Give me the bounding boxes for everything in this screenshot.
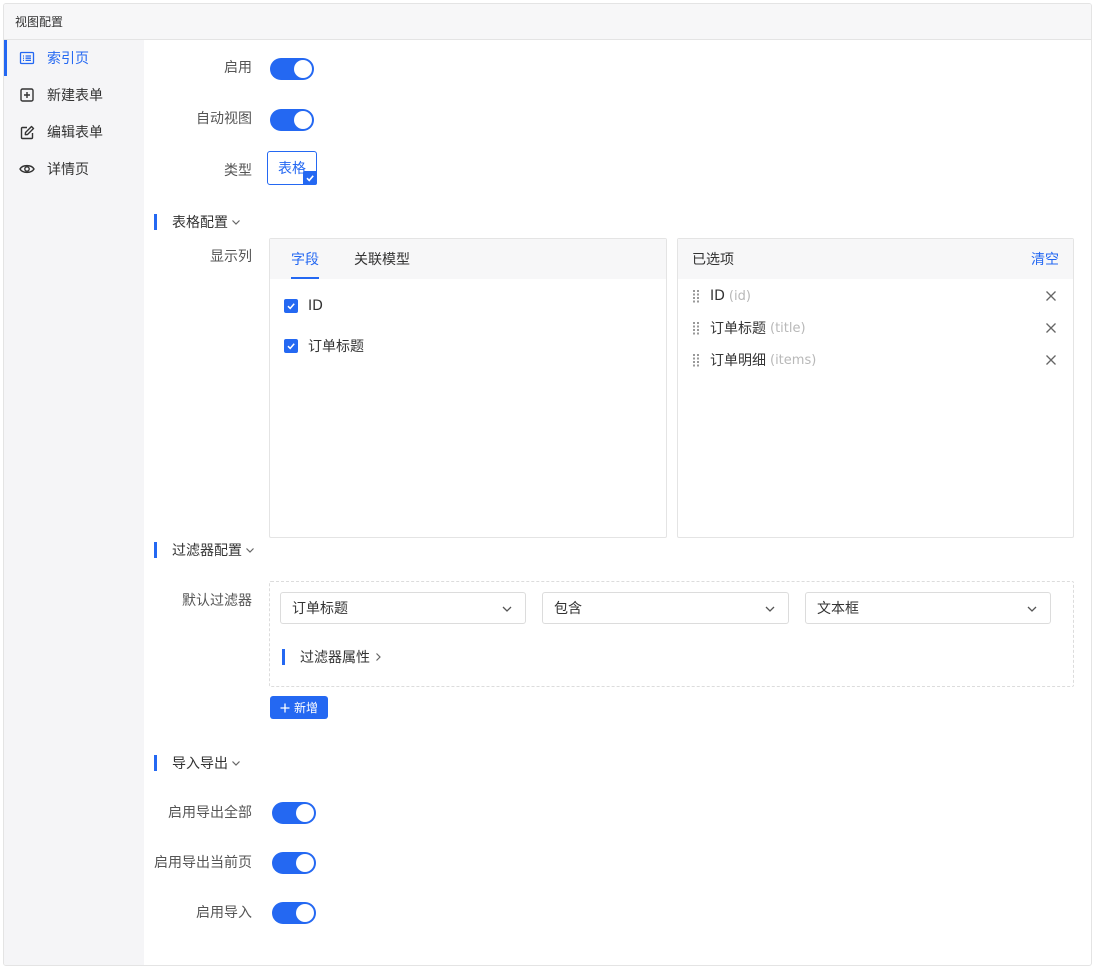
selected-item: ID (id) [692,285,1061,307]
section-title-text: 表格配置 [172,215,228,231]
add-filter-label: 新增 [293,701,318,715]
section-title-text: 过滤器属性 [300,650,370,666]
field-picker: 字段 关联模型 ID 订单标题 [269,238,667,538]
section-bar [154,214,157,230]
section-title-text: 导入导出 [172,756,228,772]
chevron-down-icon [230,757,242,769]
select-value: 文本框 [817,601,859,617]
chevron-down-icon [501,603,513,615]
filter-operator-select[interactable]: 包含 [542,592,789,624]
close-icon[interactable] [1045,290,1057,302]
edit-icon [19,124,35,140]
selected-item-key: (title) [770,320,806,336]
type-label: 类型 [224,163,252,179]
sidebar-item-label: 索引页 [47,51,89,67]
field-option-id[interactable]: ID [284,298,323,314]
filter-field-select[interactable]: 订单标题 [280,592,526,624]
sidebar-item-label: 编辑表单 [47,125,103,141]
selected-item-key: (items) [770,352,817,368]
chevron-down-icon [244,544,256,556]
section-bar [154,542,157,558]
switch-knob [296,904,314,922]
selected-item-name: 订单明细 [710,353,766,369]
selected-item: 订单明细 (items) [692,349,1061,371]
checkbox-checked[interactable] [284,299,298,313]
list-icon [19,50,35,66]
enable-switch[interactable] [270,58,314,80]
close-icon[interactable] [1045,354,1057,366]
default-filter-label: 默认过滤器 [182,593,252,609]
type-option-label: 表格 [278,161,306,177]
add-filter-button[interactable]: 新增 [270,696,328,719]
tab-label: 关联模型 [354,252,410,268]
switch-knob [296,854,314,872]
columns-label: 显示列 [210,249,252,265]
tab-label: 字段 [291,252,319,268]
switch-knob [296,804,314,822]
selected-item-name: ID [710,288,725,304]
selected-item-name: 订单标题 [710,321,766,337]
tab-fields[interactable]: 字段 [291,239,319,279]
type-option-table[interactable]: 表格 [267,151,317,185]
plus-icon [280,703,290,713]
filter-component-select[interactable]: 文本框 [805,592,1051,624]
chevron-right-icon [372,651,384,663]
clear-button[interactable]: 清空 [1031,249,1059,269]
sidebar-item-detail-page[interactable]: 详情页 [4,151,144,187]
panel-title: 视图配置 [4,4,1091,40]
checkbox-checked[interactable] [284,339,298,353]
sidebar-item-label: 新建表单 [47,88,103,104]
enable-label: 启用 [224,60,252,76]
field-option-label: 订单标题 [308,339,364,355]
selected-list-title: 已选项 [692,252,734,268]
sidebar-item-index-page[interactable]: 索引页 [4,40,144,76]
select-value: 包含 [554,601,582,617]
tab-related-models[interactable]: 关联模型 [354,239,410,279]
field-picker-tabs: 字段 关联模型 [270,239,666,279]
close-icon[interactable] [1045,322,1057,334]
sidebar-item-new-form[interactable]: 新建表单 [4,77,144,113]
export-page-switch[interactable] [272,852,316,874]
selected-item: 订单标题 (title) [692,317,1061,339]
auto-view-switch[interactable] [270,109,314,131]
drag-handle-icon[interactable] [692,289,702,303]
import-label: 启用导入 [196,905,252,921]
eye-icon [19,161,35,177]
sidebar-item-edit-form[interactable]: 编辑表单 [4,114,144,150]
filter-props-toggle[interactable]: 过滤器属性 [282,647,384,667]
export-page-label: 启用导出当前页 [154,855,252,871]
auto-view-label: 自动视图 [196,111,252,127]
section-bar [154,755,157,771]
select-value: 订单标题 [292,601,348,617]
export-all-label: 启用导出全部 [168,805,252,821]
chevron-down-icon [230,216,242,228]
switch-knob [294,60,312,78]
plus-square-icon [19,87,35,103]
field-option-order-title[interactable]: 订单标题 [284,336,364,356]
chevron-down-icon [1026,603,1038,615]
filter-item: 订单标题 包含 文本框 过滤器属性 [269,581,1074,687]
import-switch[interactable] [272,902,316,924]
section-filter-config[interactable]: 过滤器配置 [154,540,256,560]
selected-list: 已选项 清空 ID (id) 订单标题 (title) 订单明细 (items) [677,238,1074,538]
section-bar [282,649,285,665]
field-option-label: ID [308,298,323,314]
drag-handle-icon[interactable] [692,353,702,367]
selected-item-key: (id) [728,288,751,304]
switch-knob [294,111,312,129]
sidebar: 索引页 新建表单 编辑表单 详情页 [4,40,144,965]
selected-list-header: 已选项 清空 [678,239,1073,279]
chevron-down-icon [764,603,776,615]
drag-handle-icon[interactable] [692,321,702,335]
section-title-text: 过滤器配置 [172,543,242,559]
section-table-config[interactable]: 表格配置 [154,212,242,232]
sidebar-item-label: 详情页 [47,162,89,178]
check-icon [303,171,317,185]
section-import-export[interactable]: 导入导出 [154,753,242,773]
export-all-switch[interactable] [272,802,316,824]
